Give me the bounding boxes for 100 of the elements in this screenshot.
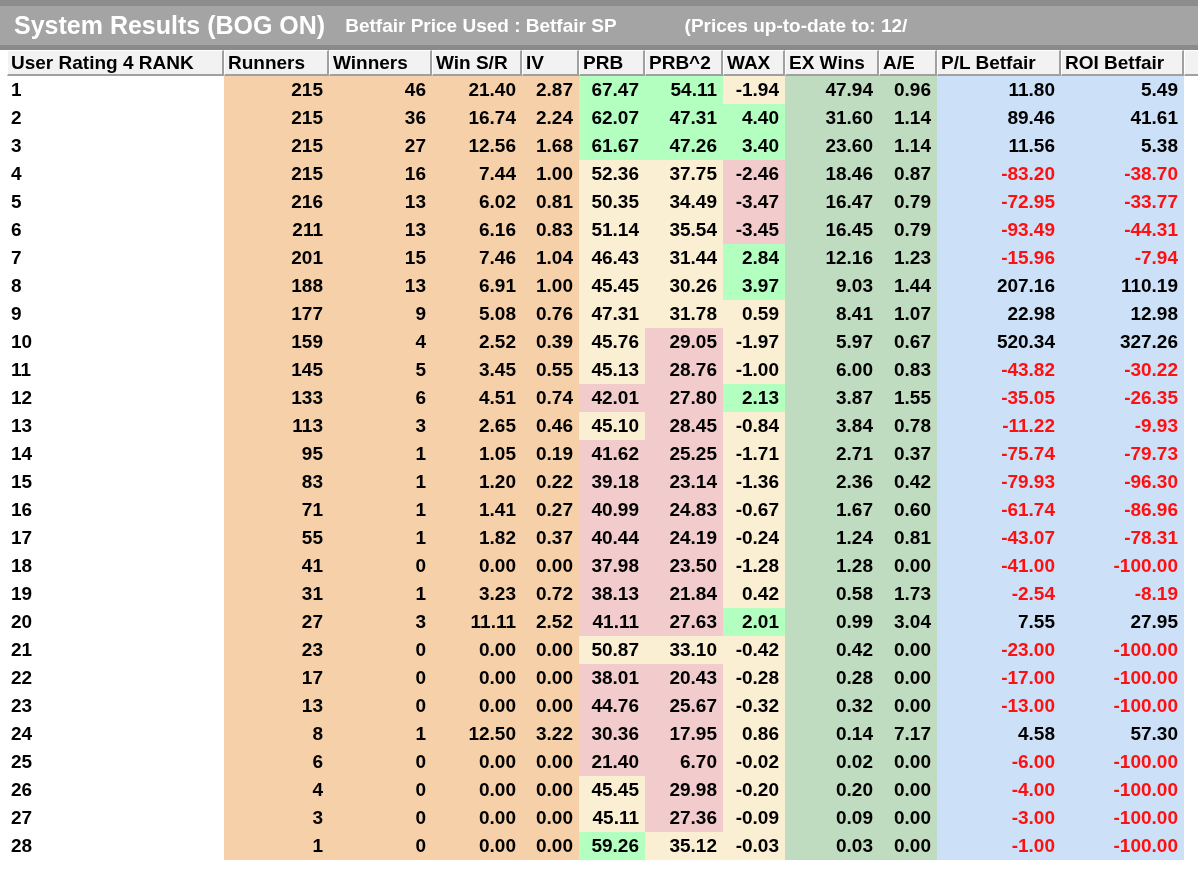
table-cell: 23.60 [785, 132, 879, 160]
table-cell: 211 [224, 216, 329, 244]
table-cell: -26.35 [1061, 384, 1184, 412]
table-cell: 0.59 [723, 300, 785, 328]
table-cell: -86.96 [1061, 496, 1184, 524]
table-cell: -35.05 [937, 384, 1061, 412]
table-cell: 12.50 [432, 720, 522, 748]
table-cell: -100.00 [1061, 636, 1184, 664]
table-cell: 0.55 [522, 356, 579, 384]
table-cell: 3.22 [522, 720, 579, 748]
table-cell: 50.87 [579, 636, 645, 664]
table-cell: 145 [224, 356, 329, 384]
price-used-label: Betfair Price Used : Betfair SP [345, 14, 617, 37]
table-cell: -0.02 [723, 748, 785, 776]
table-cell: 6 [224, 748, 329, 776]
table-cell: 38.01 [579, 664, 645, 692]
table-cell: 188 [224, 272, 329, 300]
table-cell: 0.86 [723, 720, 785, 748]
table-cell: 30.36 [579, 720, 645, 748]
table-cell: 31.60 [785, 104, 879, 132]
table-cell: 1.24 [785, 524, 879, 552]
table-cell: 0.00 [432, 776, 522, 804]
table-cell: -23.00 [937, 636, 1061, 664]
table-cell: 5.08 [432, 300, 522, 328]
table-cell: 71 [224, 496, 329, 524]
table-cell: 0 [329, 552, 432, 580]
table-cell: -9.93 [1061, 412, 1184, 440]
table-cell: 2.65 [432, 412, 522, 440]
table-cell: 4.51 [432, 384, 522, 412]
column-header[interactable]: Win S/R [432, 50, 522, 76]
table-cell: 7.17 [879, 720, 937, 748]
table-cell: -100.00 [1061, 748, 1184, 776]
table-cell: 5 [329, 356, 432, 384]
table-cell: 15 [329, 244, 432, 272]
table-cell: -30.22 [1061, 356, 1184, 384]
table-cell: 0.20 [785, 776, 879, 804]
table-cell: -33.77 [1061, 188, 1184, 216]
table-cell: -1.94 [723, 76, 785, 104]
prices-updated-label: (Prices up-to-date to: 12/ [684, 14, 908, 37]
table-cell: 0.96 [879, 76, 937, 104]
table-cell: 27.36 [645, 804, 723, 832]
table-cell: 3 [329, 412, 432, 440]
table-cell: 2.36 [785, 468, 879, 496]
table-cell: -0.09 [723, 804, 785, 832]
table-cell: 18.46 [785, 160, 879, 188]
table-cell: 0 [329, 832, 432, 860]
table-cell: 6.16 [432, 216, 522, 244]
table-cell: 36 [329, 104, 432, 132]
table-cell: 0 [329, 776, 432, 804]
table-cell: 83 [224, 468, 329, 496]
table-cell: 25.67 [645, 692, 723, 720]
table-cell: -78.31 [1061, 524, 1184, 552]
table-cell: 9.03 [785, 272, 879, 300]
table-cell: -44.31 [1061, 216, 1184, 244]
table-cell: 24.19 [645, 524, 723, 552]
table-cell: 207.16 [937, 272, 1061, 300]
table-cell: 0.00 [432, 664, 522, 692]
table-cell: -3.47 [723, 188, 785, 216]
table-cell: 0.00 [879, 832, 937, 860]
column-header[interactable]: IV [522, 50, 579, 76]
table-cell: -38.70 [1061, 160, 1184, 188]
column-header[interactable]: EX Wins [785, 50, 879, 76]
table-cell: 38.13 [579, 580, 645, 608]
column-header[interactable]: Winners [329, 50, 432, 76]
column-header[interactable]: Runners [224, 50, 329, 76]
table-cell: 47.94 [785, 76, 879, 104]
column-header[interactable]: ROI Betfair [1061, 50, 1184, 76]
table-cell: 0.00 [432, 804, 522, 832]
column-header[interactable]: P/L Betfair [937, 50, 1061, 76]
table-cell: 28.76 [645, 356, 723, 384]
table-cell: 2.52 [432, 328, 522, 356]
table-cell: 1 [329, 720, 432, 748]
column-header[interactable]: WAX [723, 50, 785, 76]
column-header[interactable]: PRB [579, 50, 645, 76]
table-cell: 37.75 [645, 160, 723, 188]
table-cell: 28.45 [645, 412, 723, 440]
table-cell: -75.74 [937, 440, 1061, 468]
column-header[interactable]: PRB^2 [645, 50, 723, 76]
table-cell: 0.99 [785, 608, 879, 636]
table-cell: 61.67 [579, 132, 645, 160]
table-cell: 0.58 [785, 580, 879, 608]
table-cell: 42.01 [579, 384, 645, 412]
table-cell: 2.71 [785, 440, 879, 468]
table-cell: 1.82 [432, 524, 522, 552]
table-cell: 0.00 [432, 748, 522, 776]
table-cell: 13 [329, 188, 432, 216]
table-cell: 41 [224, 552, 329, 580]
table-cell: 0.39 [522, 328, 579, 356]
table-cell: -0.84 [723, 412, 785, 440]
table-cell: -1.00 [937, 832, 1061, 860]
column-header[interactable]: User Rating 4 RANK [7, 50, 224, 76]
table-cell: 3.84 [785, 412, 879, 440]
table-cell: 12.56 [432, 132, 522, 160]
table-cell: 33.10 [645, 636, 723, 664]
table-cell: 1.07 [879, 300, 937, 328]
table-cell: 215 [224, 104, 329, 132]
table-cell: 0.37 [522, 524, 579, 552]
column-header[interactable]: A/E [879, 50, 937, 76]
table-cell: 1 [329, 468, 432, 496]
table-cell: 21.40 [579, 748, 645, 776]
